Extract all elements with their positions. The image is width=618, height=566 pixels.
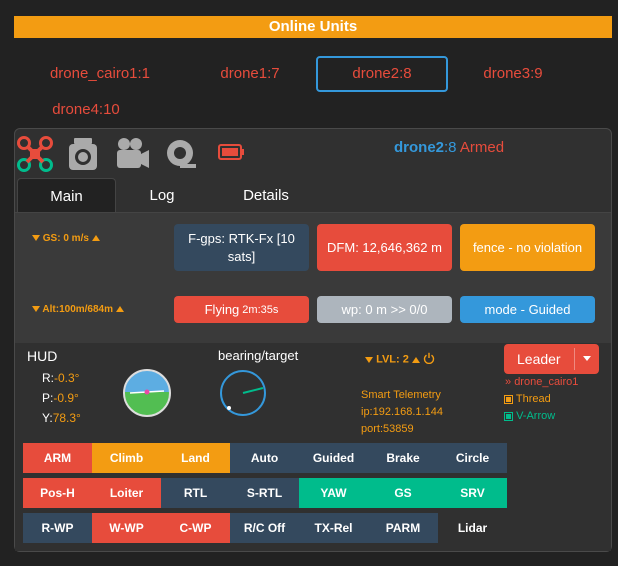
brake-button[interactable]: Brake <box>368 443 438 473</box>
pitch-label: P: <box>42 391 54 405</box>
v-arrow-label: V-Arrow <box>516 410 556 422</box>
loiter-button[interactable]: Loiter <box>92 478 161 508</box>
gs-button[interactable]: GS <box>368 478 438 508</box>
arm-button[interactable]: ARM <box>23 443 92 473</box>
telemetry-ip: ip:192.168.1.144 <box>361 406 443 418</box>
thread-checkbox-icon <box>504 394 513 404</box>
altitude-stepper: Alt:100m/684m <box>32 304 124 315</box>
tab-main[interactable]: Main <box>17 178 116 213</box>
yaw-button[interactable]: YAW <box>299 478 368 508</box>
gs-label: GS: 0 m/s <box>42 233 89 244</box>
power-icon[interactable] <box>423 352 435 367</box>
waypoint-status: wp: 0 m >> 0/0 <box>317 296 452 323</box>
leader-dropdown-button[interactable]: Leader <box>504 344 599 374</box>
flying-time: 2m:35s <box>242 303 279 316</box>
hud-title: HUD <box>27 348 58 364</box>
tab-details[interactable]: Details <box>216 178 316 213</box>
flying-label: Flying <box>204 301 240 317</box>
unit-id: :8 <box>444 139 457 156</box>
unit-name: drone2 <box>394 139 445 156</box>
drone-icon[interactable] <box>17 136 53 172</box>
pitch-readout: P:-0.9° <box>42 391 79 405</box>
armed-status: Armed <box>459 139 505 156</box>
gs-increase-icon[interactable] <box>91 235 100 242</box>
gps-status: F-gps: RTK-Fx [10 sats] <box>174 224 309 271</box>
battery-icon <box>218 144 246 160</box>
guided-button[interactable]: Guided <box>299 443 368 473</box>
c-wp-button[interactable]: C-WP <box>161 513 230 543</box>
unit-link-drone1[interactable]: drone1:7 <box>200 56 300 92</box>
pitch-value: -0.9° <box>53 391 79 405</box>
roll-label: R: <box>42 371 54 385</box>
lvl-label: LVL: 2 <box>376 353 409 366</box>
yaw-value: 78.3° <box>52 411 81 425</box>
attitude-indicator-icon <box>122 368 172 418</box>
s-rtl-button[interactable]: S-RTL <box>230 478 299 508</box>
unit-link-drone2[interactable]: drone2:8 <box>316 56 448 92</box>
roll-readout: R:-0.3° <box>42 371 79 385</box>
lidar-button[interactable]: Lidar <box>438 513 507 543</box>
roll-value: -0.3° <box>54 371 80 385</box>
auto-button[interactable]: Auto <box>230 443 299 473</box>
climb-button[interactable]: Climb <box>92 443 161 473</box>
lvl-increase-icon[interactable] <box>411 356 420 363</box>
rc-off-button[interactable]: R/C Off <box>230 513 299 543</box>
tape-icon[interactable] <box>165 136 197 172</box>
leader-target: » drone_cairo1 <box>505 376 578 388</box>
v-arrow-checkbox-icon <box>504 411 513 421</box>
fence-status: fence - no violation <box>460 224 595 271</box>
tab-log[interactable]: Log <box>122 178 202 213</box>
ground-speed-stepper: GS: 0 m/s <box>32 233 100 244</box>
dfm-status: DFM: 12,646,362 m <box>317 224 452 271</box>
video-camera-icon[interactable] <box>114 136 150 172</box>
unit-link-drone4[interactable]: drone4:10 <box>38 92 134 128</box>
leader-target-name: drone_cairo1 <box>514 376 579 388</box>
r-wp-button[interactable]: R-WP <box>23 513 92 543</box>
alt-increase-icon[interactable] <box>115 306 124 313</box>
bearing-compass-icon <box>218 368 268 418</box>
parm-button[interactable]: PARM <box>368 513 438 543</box>
level-stepper: LVL: 2 <box>365 352 435 367</box>
w-wp-button[interactable]: W-WP <box>92 513 161 543</box>
thread-label: Thread <box>515 393 551 405</box>
land-button[interactable]: Land <box>161 443 230 473</box>
gs-decrease-icon[interactable] <box>32 235 40 242</box>
leader-separator <box>574 348 575 370</box>
yaw-readout: Y:78.3° <box>42 411 81 425</box>
bearing-title: bearing/target <box>218 348 299 363</box>
thread-toggle[interactable]: Thread <box>504 393 551 405</box>
v-arrow-toggle[interactable]: V-Arrow <box>504 410 555 422</box>
telemetry-title: Smart Telemetry <box>361 389 441 401</box>
mode-status: mode - Guided <box>460 296 595 323</box>
alt-label: Alt:100m/684m <box>42 304 114 315</box>
leader-label: Leader <box>517 351 561 367</box>
unit-link-drone3[interactable]: drone3:9 <box>470 56 556 92</box>
pos-hold-button[interactable]: Pos-H <box>23 478 92 508</box>
alt-decrease-icon[interactable] <box>32 306 40 313</box>
camera-icon[interactable] <box>66 136 100 172</box>
double-chevron-right-icon: » <box>505 376 512 388</box>
telemetry-port: port:53859 <box>361 423 414 435</box>
lvl-decrease-icon[interactable] <box>365 356 373 363</box>
online-units-header: Online Units <box>14 16 612 38</box>
flying-status: Flying 2m:35s <box>174 296 309 323</box>
unit-link-drone-cairo1[interactable]: drone_cairo1:1 <box>38 56 162 92</box>
srv-button[interactable]: SRV <box>438 478 507 508</box>
rtl-button[interactable]: RTL <box>161 478 230 508</box>
yaw-label: Y: <box>42 411 53 425</box>
unit-title: drone2:8 Armed <box>394 139 504 156</box>
chevron-down-icon[interactable] <box>583 356 591 361</box>
circle-button[interactable]: Circle <box>438 443 507 473</box>
tx-rel-button[interactable]: TX-Rel <box>299 513 368 543</box>
